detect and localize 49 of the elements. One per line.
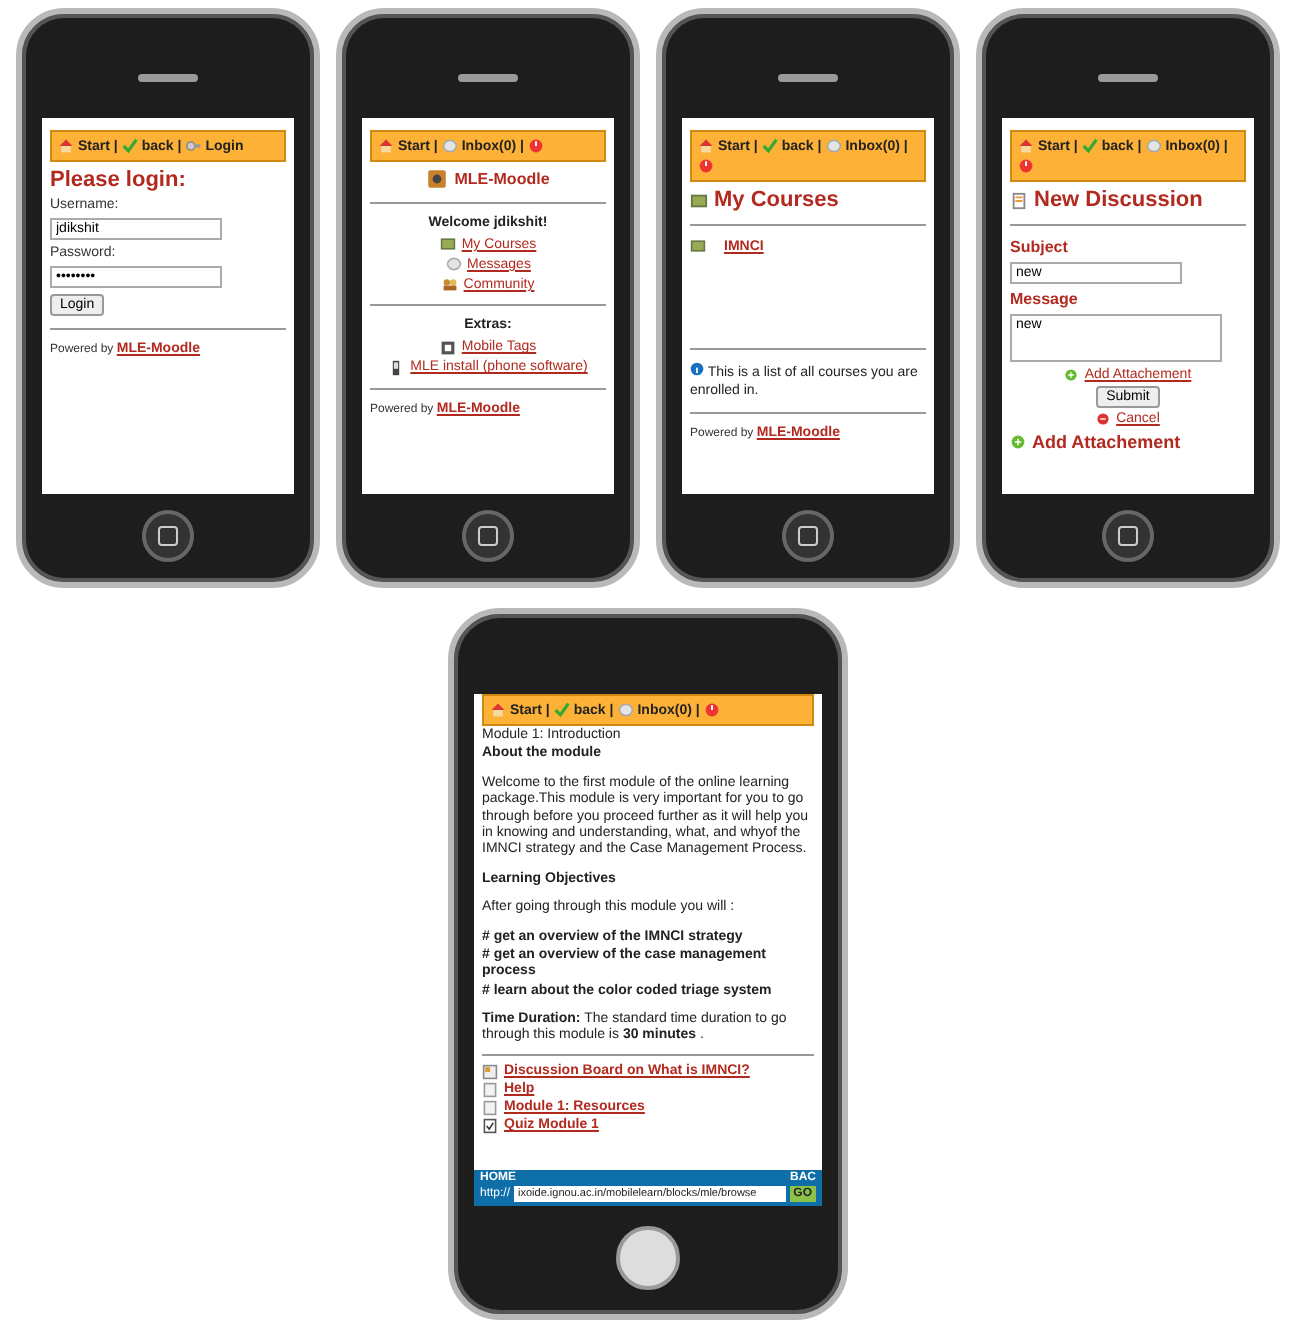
power-icon: [698, 158, 714, 174]
house-icon: [698, 138, 714, 154]
speech-bubble-icon: [825, 138, 842, 154]
home-button[interactable]: [782, 510, 834, 562]
speech-bubble-icon: [441, 138, 458, 154]
plus-icon: [1010, 434, 1026, 450]
moodle-logo-icon: [426, 168, 449, 190]
page-heading-text: My Courses: [714, 188, 839, 212]
home-button[interactable]: [1102, 510, 1154, 562]
subject-label: Subject: [1010, 238, 1070, 256]
power-icon: [703, 702, 720, 718]
message-label: Message: [1010, 290, 1080, 308]
plus-icon: [1064, 368, 1079, 382]
house-icon: [378, 138, 394, 154]
book-icon: [439, 236, 456, 253]
speaker-slot: [458, 74, 518, 82]
notepad-icon: [1010, 191, 1028, 209]
people-icon: [441, 276, 458, 293]
house-icon: [58, 138, 74, 154]
speaker-slot: [1098, 74, 1158, 82]
check-icon: [121, 138, 138, 154]
info-icon: [690, 362, 704, 377]
house-icon: [490, 702, 506, 718]
page-heading-text: New Discussion: [1034, 188, 1203, 212]
grid-tag-icon: [439, 339, 456, 356]
check-icon: [553, 702, 570, 718]
site-title: MLE-Moodle: [454, 170, 550, 188]
power-icon: [1018, 158, 1034, 174]
mobile-phone-icon: [388, 359, 405, 376]
cancel-icon: [1096, 412, 1111, 426]
speech-bubble-icon: [445, 256, 462, 273]
power-icon: [527, 138, 544, 154]
speaker-slot: [138, 74, 198, 82]
attachment-heading-text: Add Attachement: [1032, 432, 1181, 452]
home-button[interactable]: [616, 1226, 680, 1290]
home-button[interactable]: [142, 510, 194, 562]
check-icon: [761, 138, 778, 154]
book-icon: [690, 191, 708, 209]
speaker-slot: [778, 74, 838, 82]
forum-icon: [482, 1063, 498, 1080]
home-button[interactable]: [462, 510, 514, 562]
speech-bubble-icon: [1145, 138, 1162, 154]
key-icon: [185, 138, 202, 154]
speech-bubble-icon: [617, 702, 634, 718]
login-heading: Please login:: [50, 168, 188, 192]
book-icon: [690, 238, 706, 254]
quiz-icon: [482, 1117, 498, 1134]
house-icon: [1018, 138, 1034, 154]
check-icon: [1081, 138, 1098, 154]
